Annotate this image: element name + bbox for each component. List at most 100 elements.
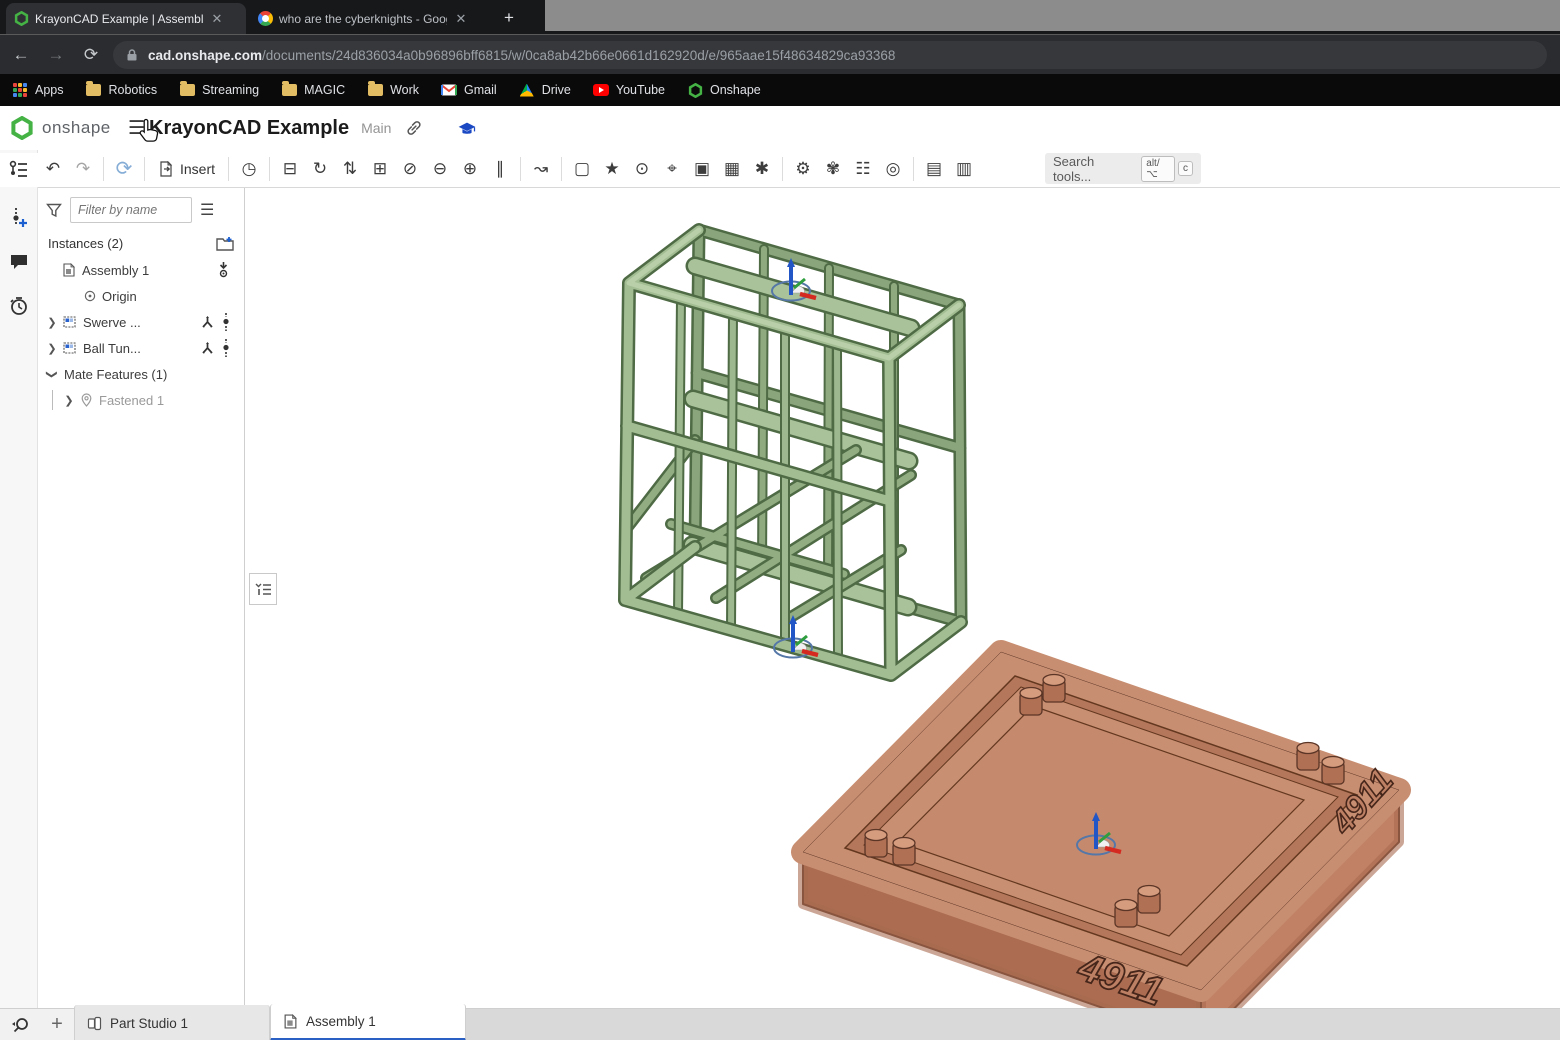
tangent-mate-icon[interactable]: ↝	[526, 154, 556, 184]
bookmark-magic[interactable]: MAGIC	[281, 82, 345, 98]
expand-chevron-icon[interactable]: ❯	[46, 316, 58, 329]
fixed-instance-icon[interactable]	[217, 262, 230, 278]
filter-input[interactable]	[70, 197, 192, 223]
new-tab-button[interactable]: +	[496, 6, 522, 30]
dof-indicator-icon[interactable]	[222, 339, 230, 357]
rack-pinion-relation-icon[interactable]: ☷	[848, 154, 878, 184]
features-panel-toggle[interactable]	[249, 573, 277, 605]
tree-section-label: Mate Features (1)	[64, 367, 167, 382]
filter-icon[interactable]	[46, 203, 62, 218]
gear-relation-icon[interactable]: ⚙	[788, 154, 818, 184]
address-bar[interactable]: cad.onshape.com/documents/24d836034a0b96…	[113, 41, 1547, 69]
model-tree-panel-icon[interactable]	[0, 153, 38, 187]
part-studio-icon	[87, 1016, 102, 1031]
tab-title: KrayonCAD Example | Assembly	[35, 12, 203, 26]
fastened-mate-icon[interactable]: ⊟	[275, 154, 305, 184]
parallel-mate-icon[interactable]: ∥	[485, 154, 515, 184]
insert-button[interactable]: Insert	[150, 154, 223, 184]
reload-button[interactable]: ⟳	[77, 41, 105, 69]
origin-icon	[84, 290, 96, 302]
folder-icon	[282, 84, 297, 96]
insert-standard-content-icon[interactable]: ★	[597, 154, 627, 184]
search-tools-field[interactable]: Search tools... alt/⌥ c	[1045, 153, 1201, 184]
redo-button[interactable]: ↷	[68, 154, 98, 184]
back-button[interactable]: ←	[7, 41, 35, 69]
workspace-name[interactable]: Main	[361, 120, 391, 136]
tab-close-icon[interactable]: ✕	[209, 11, 225, 27]
slider-mate-icon[interactable]: ⇅	[335, 154, 365, 184]
versions-history-panel-icon[interactable]	[0, 289, 38, 323]
bookmark-streaming[interactable]: Streaming	[179, 82, 259, 98]
tab-part-studio-1[interactable]: Part Studio 1	[74, 1005, 270, 1040]
bookmark-drive[interactable]: Drive	[519, 82, 571, 98]
named-positions-icon[interactable]: ◷	[234, 154, 264, 184]
tree-item-label: Origin	[102, 289, 137, 304]
tree-item-swerve[interactable]: ❯ Swerve ...	[38, 309, 244, 335]
url-domain: cad.onshape.com	[148, 48, 262, 63]
cylindrical-mate-icon[interactable]: ⊘	[395, 154, 425, 184]
collapse-chevron-icon[interactable]: ❯	[46, 368, 59, 380]
tree-item-label: Assembly 1	[82, 263, 149, 278]
assembly-icon	[62, 263, 76, 277]
tab-assembly-1[interactable]: Assembly 1	[270, 1004, 466, 1040]
ball-tunnel-part[interactable]	[625, 230, 961, 675]
bookmark-apps[interactable]: Apps	[12, 82, 64, 98]
tab-close-icon[interactable]: ✕	[453, 11, 469, 27]
tabstrip-filler	[545, 0, 1560, 31]
display-states-icon[interactable]: ▤	[919, 154, 949, 184]
add-tab-button[interactable]: +	[40, 1009, 74, 1040]
list-view-icon[interactable]: ☰	[200, 200, 214, 220]
search-tabs-icon[interactable]	[0, 1009, 40, 1040]
dof-indicator-icon[interactable]	[222, 313, 230, 331]
viewport-3d[interactable]: 4911 4911	[246, 188, 1560, 1008]
update-sync-icon[interactable]: ⟳	[109, 154, 139, 184]
bookmark-youtube[interactable]: YouTube	[593, 82, 665, 98]
sprocket-relation-icon[interactable]: ✾	[818, 154, 848, 184]
planar-mate-icon[interactable]: ⊞	[365, 154, 395, 184]
comments-panel-icon[interactable]	[0, 245, 38, 279]
bookmark-robotics[interactable]: Robotics	[86, 82, 158, 98]
select-group-icon[interactable]: ▢	[567, 154, 597, 184]
mate-connector-icon[interactable]	[200, 341, 215, 356]
replace-instance-icon[interactable]: ⊙	[627, 154, 657, 184]
browser-tab-onshape[interactable]: KrayonCAD Example | Assembly ✕	[6, 3, 246, 34]
forward-button[interactable]: →	[42, 41, 70, 69]
url-path: /documents/24d836034a0b96896bff6815/w/0c…	[262, 48, 895, 63]
ball-mate-icon[interactable]: ⊕	[455, 154, 485, 184]
tree-item-fastened[interactable]: ❯ Fastened 1	[38, 387, 244, 413]
bookmark-gmail[interactable]: Gmail	[441, 82, 497, 98]
mate-connector-panel-icon[interactable]	[0, 201, 38, 235]
tree-section-mate-features[interactable]: ❯ Mate Features (1)	[38, 361, 244, 387]
share-link-icon[interactable]	[405, 119, 423, 137]
belt-relation-icon[interactable]: ◎	[878, 154, 908, 184]
instances-panel: ☰ Instances (2) Assembly 1 Origin ❯ Swer…	[38, 188, 245, 1008]
part-instance-icon	[62, 315, 77, 329]
linear-pattern-icon[interactable]: ▦	[717, 154, 747, 184]
duplicate-instance-icon[interactable]: ▣	[687, 154, 717, 184]
tree-item-label: Ball Tun...	[83, 341, 141, 356]
bom-table-icon[interactable]: ▥	[949, 154, 979, 184]
snap-mode-icon[interactable]: ⌖	[657, 154, 687, 184]
create-folder-icon[interactable]	[216, 236, 234, 251]
expand-chevron-icon[interactable]: ❯	[46, 342, 58, 355]
bookmark-work[interactable]: Work	[367, 82, 419, 98]
learning-center-icon[interactable]	[457, 120, 477, 137]
revolute-mate-icon[interactable]: ↻	[305, 154, 335, 184]
mate-connector-icon[interactable]	[200, 315, 215, 330]
swerve-base-part[interactable]: 4911 4911	[803, 652, 1401, 1008]
part-instance-icon	[62, 341, 77, 355]
folder-icon	[86, 84, 101, 96]
tree-item-ball-tunnel[interactable]: ❯ Ball Tun...	[38, 335, 244, 361]
bookmark-onshape[interactable]: Onshape	[687, 82, 761, 98]
exploded-view-icon[interactable]: ✱	[747, 154, 777, 184]
undo-button[interactable]: ↶	[38, 154, 68, 184]
browser-tab-google-search[interactable]: who are the cyberknights - Goog ✕	[250, 3, 482, 34]
tree-item-origin[interactable]: Origin	[38, 283, 244, 309]
pin-slot-mate-icon[interactable]: ⊖	[425, 154, 455, 184]
insert-icon	[158, 161, 174, 177]
expand-chevron-icon[interactable]: ❯	[63, 394, 75, 407]
onshape-logo[interactable]: onshape	[10, 116, 128, 140]
shortcut-key-alt: alt/⌥	[1141, 156, 1175, 182]
tree-item-assembly[interactable]: Assembly 1	[38, 257, 244, 283]
document-menu-icon[interactable]: ☰	[128, 117, 145, 140]
